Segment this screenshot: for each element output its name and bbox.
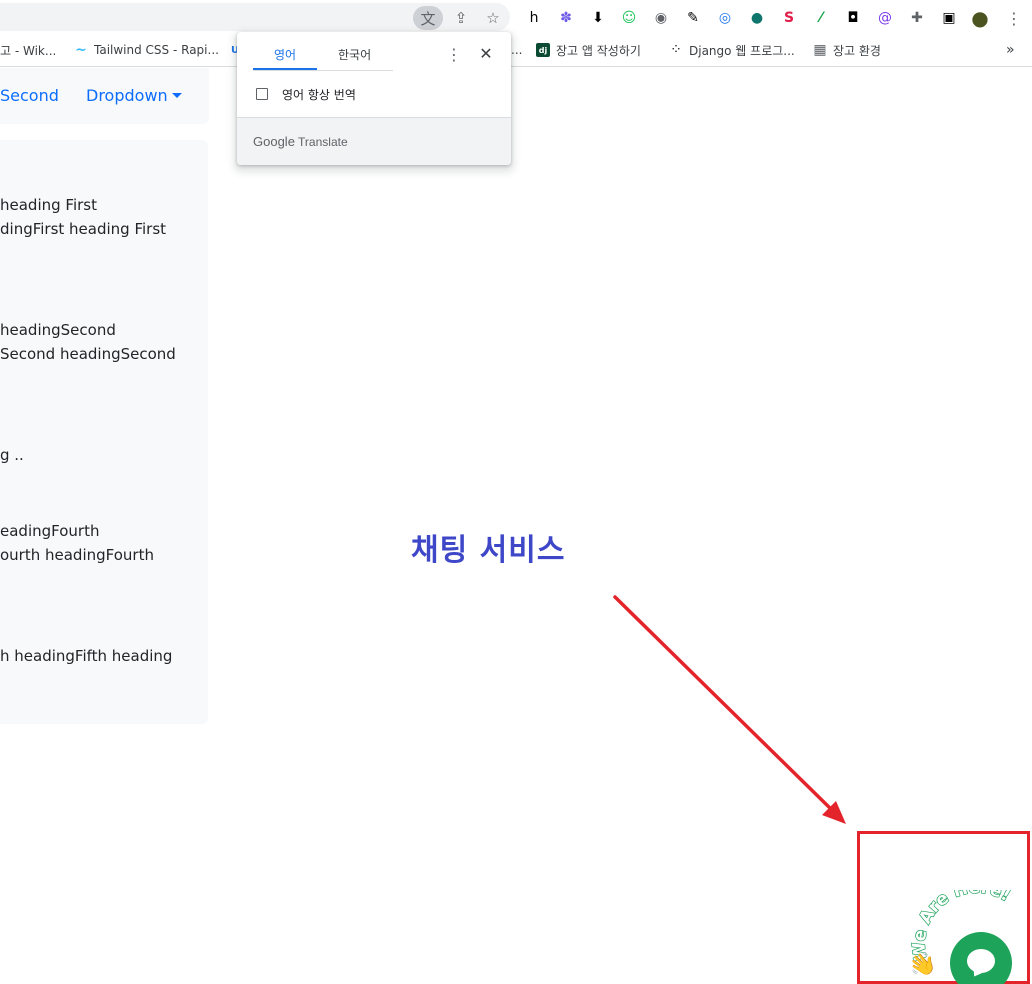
caret-down-icon: [171, 93, 182, 98]
profile-avatar-icon[interactable]: ●: [969, 6, 991, 30]
extension-c-ring-icon[interactable]: ◎: [714, 7, 736, 29]
accordion-text-fourth: eadingFourth: [0, 522, 100, 540]
share-icon[interactable]: ⇪: [448, 6, 474, 30]
django-icon: dj: [536, 43, 550, 57]
bookmark-django-web[interactable]: ⁘ Django 웹 프로그...: [669, 40, 795, 60]
chat-bubble-icon: [967, 949, 995, 973]
accordion-text-second: Second headingSecond: [0, 345, 176, 363]
nav-dropdown[interactable]: Dropdown: [86, 86, 182, 105]
bookmark-django-env[interactable]: ▦ 장고 환경: [813, 40, 881, 60]
browser-toolbar: 文 ⇪ ☆ h ✽ ⬇ ☺ ◉ ✎ ◎ ● S ⁄ ◘ @ ✚ ▣ ● ⋮: [0, 0, 1032, 34]
more-menu-icon[interactable]: ⋮: [1003, 7, 1025, 29]
bookmark-label: 장고 환경: [833, 43, 881, 58]
accordion-text-second: headingSecond: [0, 321, 116, 339]
bookmark-label: 장고 앱 작성하기: [556, 43, 641, 58]
always-translate-label: 영어 항상 번역: [282, 88, 356, 102]
active-tab-indicator: [253, 68, 317, 70]
more-options-icon[interactable]: ⋮: [445, 46, 463, 64]
bookmark-wiki[interactable]: 고 - Wik...: [0, 40, 56, 60]
nav-dropdown-label: Dropdown: [86, 86, 168, 105]
annotation-title: 채팅 서비스: [411, 533, 566, 568]
translate-popup: 영어 한국어 ⋮ ✕ 영어 항상 번역 Google Translate: [237, 32, 511, 165]
extension-camera-icon[interactable]: ◉: [650, 7, 672, 29]
dots-icon: ⁘: [670, 42, 682, 58]
bookmark-label: Django 웹 프로그...: [689, 43, 795, 58]
extension-eyedropper-icon[interactable]: ✎: [682, 7, 704, 29]
bookmark-tailwind[interactable]: ~ Tailwind CSS - Rapi...: [74, 40, 219, 60]
tailwind-icon: ~: [75, 42, 87, 58]
tab-source-language[interactable]: 영어: [274, 46, 296, 63]
google-translate-logo: Google Translate: [253, 134, 348, 149]
bookmarks-overflow-icon[interactable]: »: [1006, 40, 1015, 60]
accordion-text-fourth: ourth headingFourth: [0, 546, 154, 564]
close-icon[interactable]: ✕: [477, 45, 495, 63]
accordion-text-fifth: h headingFifth heading: [0, 647, 173, 665]
bookmark-hidden[interactable]: ...: [511, 40, 522, 60]
extension-owl-icon[interactable]: ◘: [842, 7, 864, 29]
accordion-text-first: heading First: [0, 196, 97, 214]
nav-link-second[interactable]: Second: [0, 86, 59, 105]
extension-s-icon[interactable]: S: [778, 7, 800, 29]
extension-download-icon[interactable]: ⬇: [587, 7, 609, 29]
bookmark-label: ...: [511, 43, 523, 57]
bookmark-label: Tailwind CSS - Rapi...: [94, 43, 219, 57]
extensions-puzzle-icon[interactable]: ✚: [906, 7, 928, 29]
accordion-text-third: g ..: [0, 446, 24, 464]
extension-chat-icon[interactable]: ●: [746, 7, 768, 29]
star-icon[interactable]: ☆: [480, 6, 506, 30]
side-panel-icon[interactable]: ▣: [938, 7, 960, 29]
always-translate-checkbox[interactable]: [256, 88, 268, 100]
tab-target-language[interactable]: 한국어: [338, 46, 371, 63]
translate-icon[interactable]: 文: [413, 6, 443, 30]
bookmark-django-tutorial[interactable]: dj 장고 앱 작성하기: [536, 40, 641, 60]
extension-h-icon[interactable]: h: [523, 7, 545, 29]
translate-footer: Google Translate: [237, 117, 511, 165]
extension-leaf-icon[interactable]: ⁄: [810, 7, 832, 29]
accordion-text-first: dingFirst heading First: [0, 220, 167, 238]
extension-face-icon[interactable]: ☺: [618, 7, 640, 29]
extension-clip-icon[interactable]: @: [874, 7, 896, 29]
accordion-panel: heading First dingFirst heading First he…: [0, 140, 208, 724]
bookmarks-bar: 고 - Wik... ~ Tailwind CSS - Rapi... U ..…: [0, 34, 1032, 67]
page-navbar: Second Dropdown: [0, 68, 209, 124]
extension-gear-flower-icon[interactable]: ✽: [555, 7, 577, 29]
bookmark-label: 고 - Wik...: [0, 43, 57, 58]
grid-icon: ▦: [813, 42, 827, 58]
tab-divider: [253, 70, 393, 71]
